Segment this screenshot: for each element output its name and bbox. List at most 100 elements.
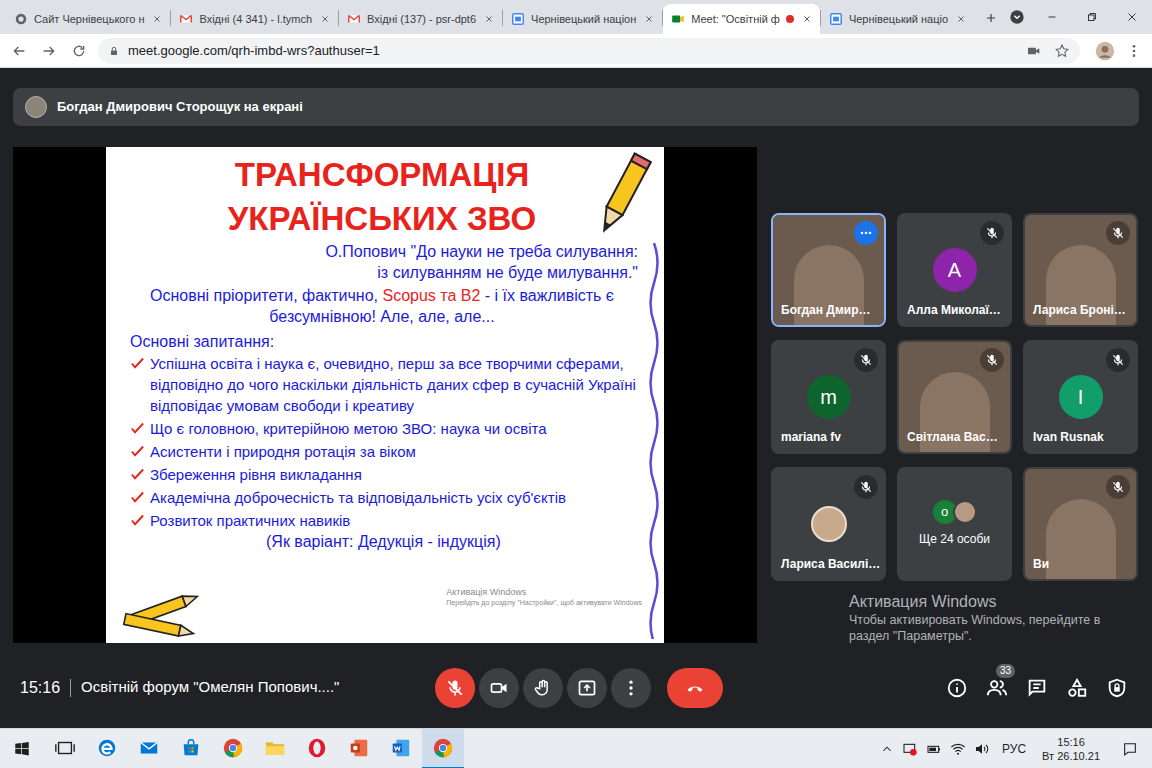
url-field[interactable]: meet.google.com/qrh-imbd-wrs?authuser=1 [98,38,1080,64]
mic-off-icon [985,353,999,367]
participant-name: Ви [1033,555,1132,573]
question-text: Що є головною, критерійною метою ЗВО: на… [150,418,547,439]
participant-name: Світлана Вас… [907,428,1006,446]
back-button[interactable] [6,38,32,64]
minimize-icon [1046,11,1058,23]
edge-taskbar-button[interactable] [86,729,128,768]
tab-close-button[interactable] [954,12,968,26]
check-icon [130,467,145,482]
meeting-details: 15:16Освітній форум "Омелян Попович...." [20,676,435,700]
new-tab-button[interactable] [980,5,1002,31]
participant-tile[interactable]: mmariana fv [771,340,886,454]
check-icon [130,513,145,528]
tab-close-button[interactable] [318,12,332,26]
action-center-button[interactable] [1112,729,1148,768]
url-actions [1026,43,1070,59]
participant-tile[interactable]: Лариса Василі… [771,467,886,581]
opera-icon [306,737,328,759]
present-button[interactable] [567,668,607,708]
clock[interactable]: 15:16Вт 26.10.21 [1038,735,1104,763]
safety-button[interactable] [1097,668,1137,708]
participant-tile[interactable]: Ви [1023,467,1138,581]
question-text: Розвиток практичних навиків [150,510,350,531]
participant-tile[interactable]: IIvan Rusnak [1023,340,1138,454]
taskbar: РУС 15:16Вт 26.10.21 [0,728,1152,768]
question-item: Успішна освіта і наука є, очевидно, перш… [130,353,638,416]
mic-off-icon [985,226,999,240]
question-text: Асистенти і природня ротація за віком [150,441,416,462]
info-button[interactable] [937,668,977,708]
check-icon [130,356,145,371]
browser-tab[interactable]: Чернівецький націо [821,4,974,34]
store-taskbar-button[interactable] [170,729,212,768]
close-window-button[interactable] [1112,0,1152,34]
hand-button[interactable] [523,668,563,708]
question-text: Академічна доброчесність та відповідальн… [150,487,566,508]
browser-tab[interactable]: Meet: "Освітній ф [663,4,820,34]
people-button[interactable]: 33 [977,668,1017,708]
avatar-stack: о [933,500,977,524]
tab-title: Вхідні (4 341) - l.tymch [199,12,312,26]
url-text: meet.google.com/qrh-imbd-wrs?authuser=1 [128,41,380,61]
participant-tile[interactable]: Богдан Дмир… [771,213,886,327]
system-tray: РУС 15:16Вт 26.10.21 [880,729,1152,768]
participant-grid: Богдан Дмир… ААлла Миколаї…Лариса Броні… m… [771,213,1138,581]
windows-logo-icon [13,740,31,758]
tab-title: Чернівецький націо [849,12,948,26]
restore-window-button[interactable] [1072,0,1112,34]
mail-taskbar-button[interactable] [128,729,170,768]
safety-icon [1106,677,1128,699]
mic-button[interactable] [435,668,475,708]
participant-tile[interactable]: Світлана Вас… [897,340,1012,454]
chat-button[interactable] [1017,668,1057,708]
forward-button[interactable] [36,38,62,64]
mic-off-icon [1111,226,1125,240]
participant-tile[interactable]: ААлла Миколаї… [897,213,1012,327]
more-label: Ще 24 особи [919,530,990,548]
word-taskbar-button[interactable] [380,729,422,768]
chat-icon [1026,677,1048,699]
restore-icon [1086,11,1098,23]
powerpoint-taskbar-button[interactable] [338,729,380,768]
question-text: Збереження рівня викладання [150,464,362,485]
leave-button[interactable] [667,668,723,708]
input-language[interactable]: РУС [998,740,1030,758]
browser-tab[interactable]: Сайт Чернівецького н [6,4,170,34]
tab-close-button[interactable] [642,12,656,26]
start-button[interactable] [0,729,44,768]
profile-button[interactable] [1092,38,1118,64]
side-panel-buttons: 33 [723,668,1138,708]
check-icon [130,421,145,436]
tab-title: Чернівецький націон [531,12,636,26]
browser-tab[interactable]: Вхідні (137) - psr-dpt6 [339,4,502,34]
photo-avatar [953,500,977,524]
minimize-window-button[interactable] [1032,0,1072,34]
lock-icon [108,45,120,57]
more-button[interactable] [611,668,651,708]
chrome-taskbar-button[interactable] [422,729,464,768]
camera-button[interactable] [479,668,519,708]
tab-title: Meet: "Освітній ф [691,12,780,26]
question-item: Асистенти і природня ротація за віком [130,441,638,462]
browser-menu-button[interactable] [1122,38,1146,64]
tab-close-button[interactable] [482,12,496,26]
activities-button[interactable] [1057,668,1097,708]
chrome-taskbar-button[interactable] [212,729,254,768]
participant-tile[interactable]: Лариса Броні… [1023,213,1138,327]
tab-close-button[interactable] [150,12,164,26]
taskview-taskbar-button[interactable] [44,729,86,768]
participant-name: Богдан Дмир… [781,301,880,319]
reload-button[interactable] [66,38,92,64]
tab-title: Сайт Чернівецького н [34,12,144,26]
quote-line: із силуванням не буде милування." [377,262,638,283]
store-icon [180,737,202,759]
recording-dot [786,15,794,23]
tab-close-button[interactable] [800,12,814,26]
browser-tab[interactable]: Вхідні (4 341) - l.tymch [171,4,338,34]
tab-search-button[interactable] [1002,0,1032,34]
watermark-title: Активация Windows [849,592,1139,612]
opera-taskbar-button[interactable] [296,729,338,768]
more-participants-tile[interactable]: о Ще 24 особи [897,467,1012,581]
browser-tab[interactable]: Чернівецький націон [503,4,662,34]
explorer-taskbar-button[interactable] [254,729,296,768]
